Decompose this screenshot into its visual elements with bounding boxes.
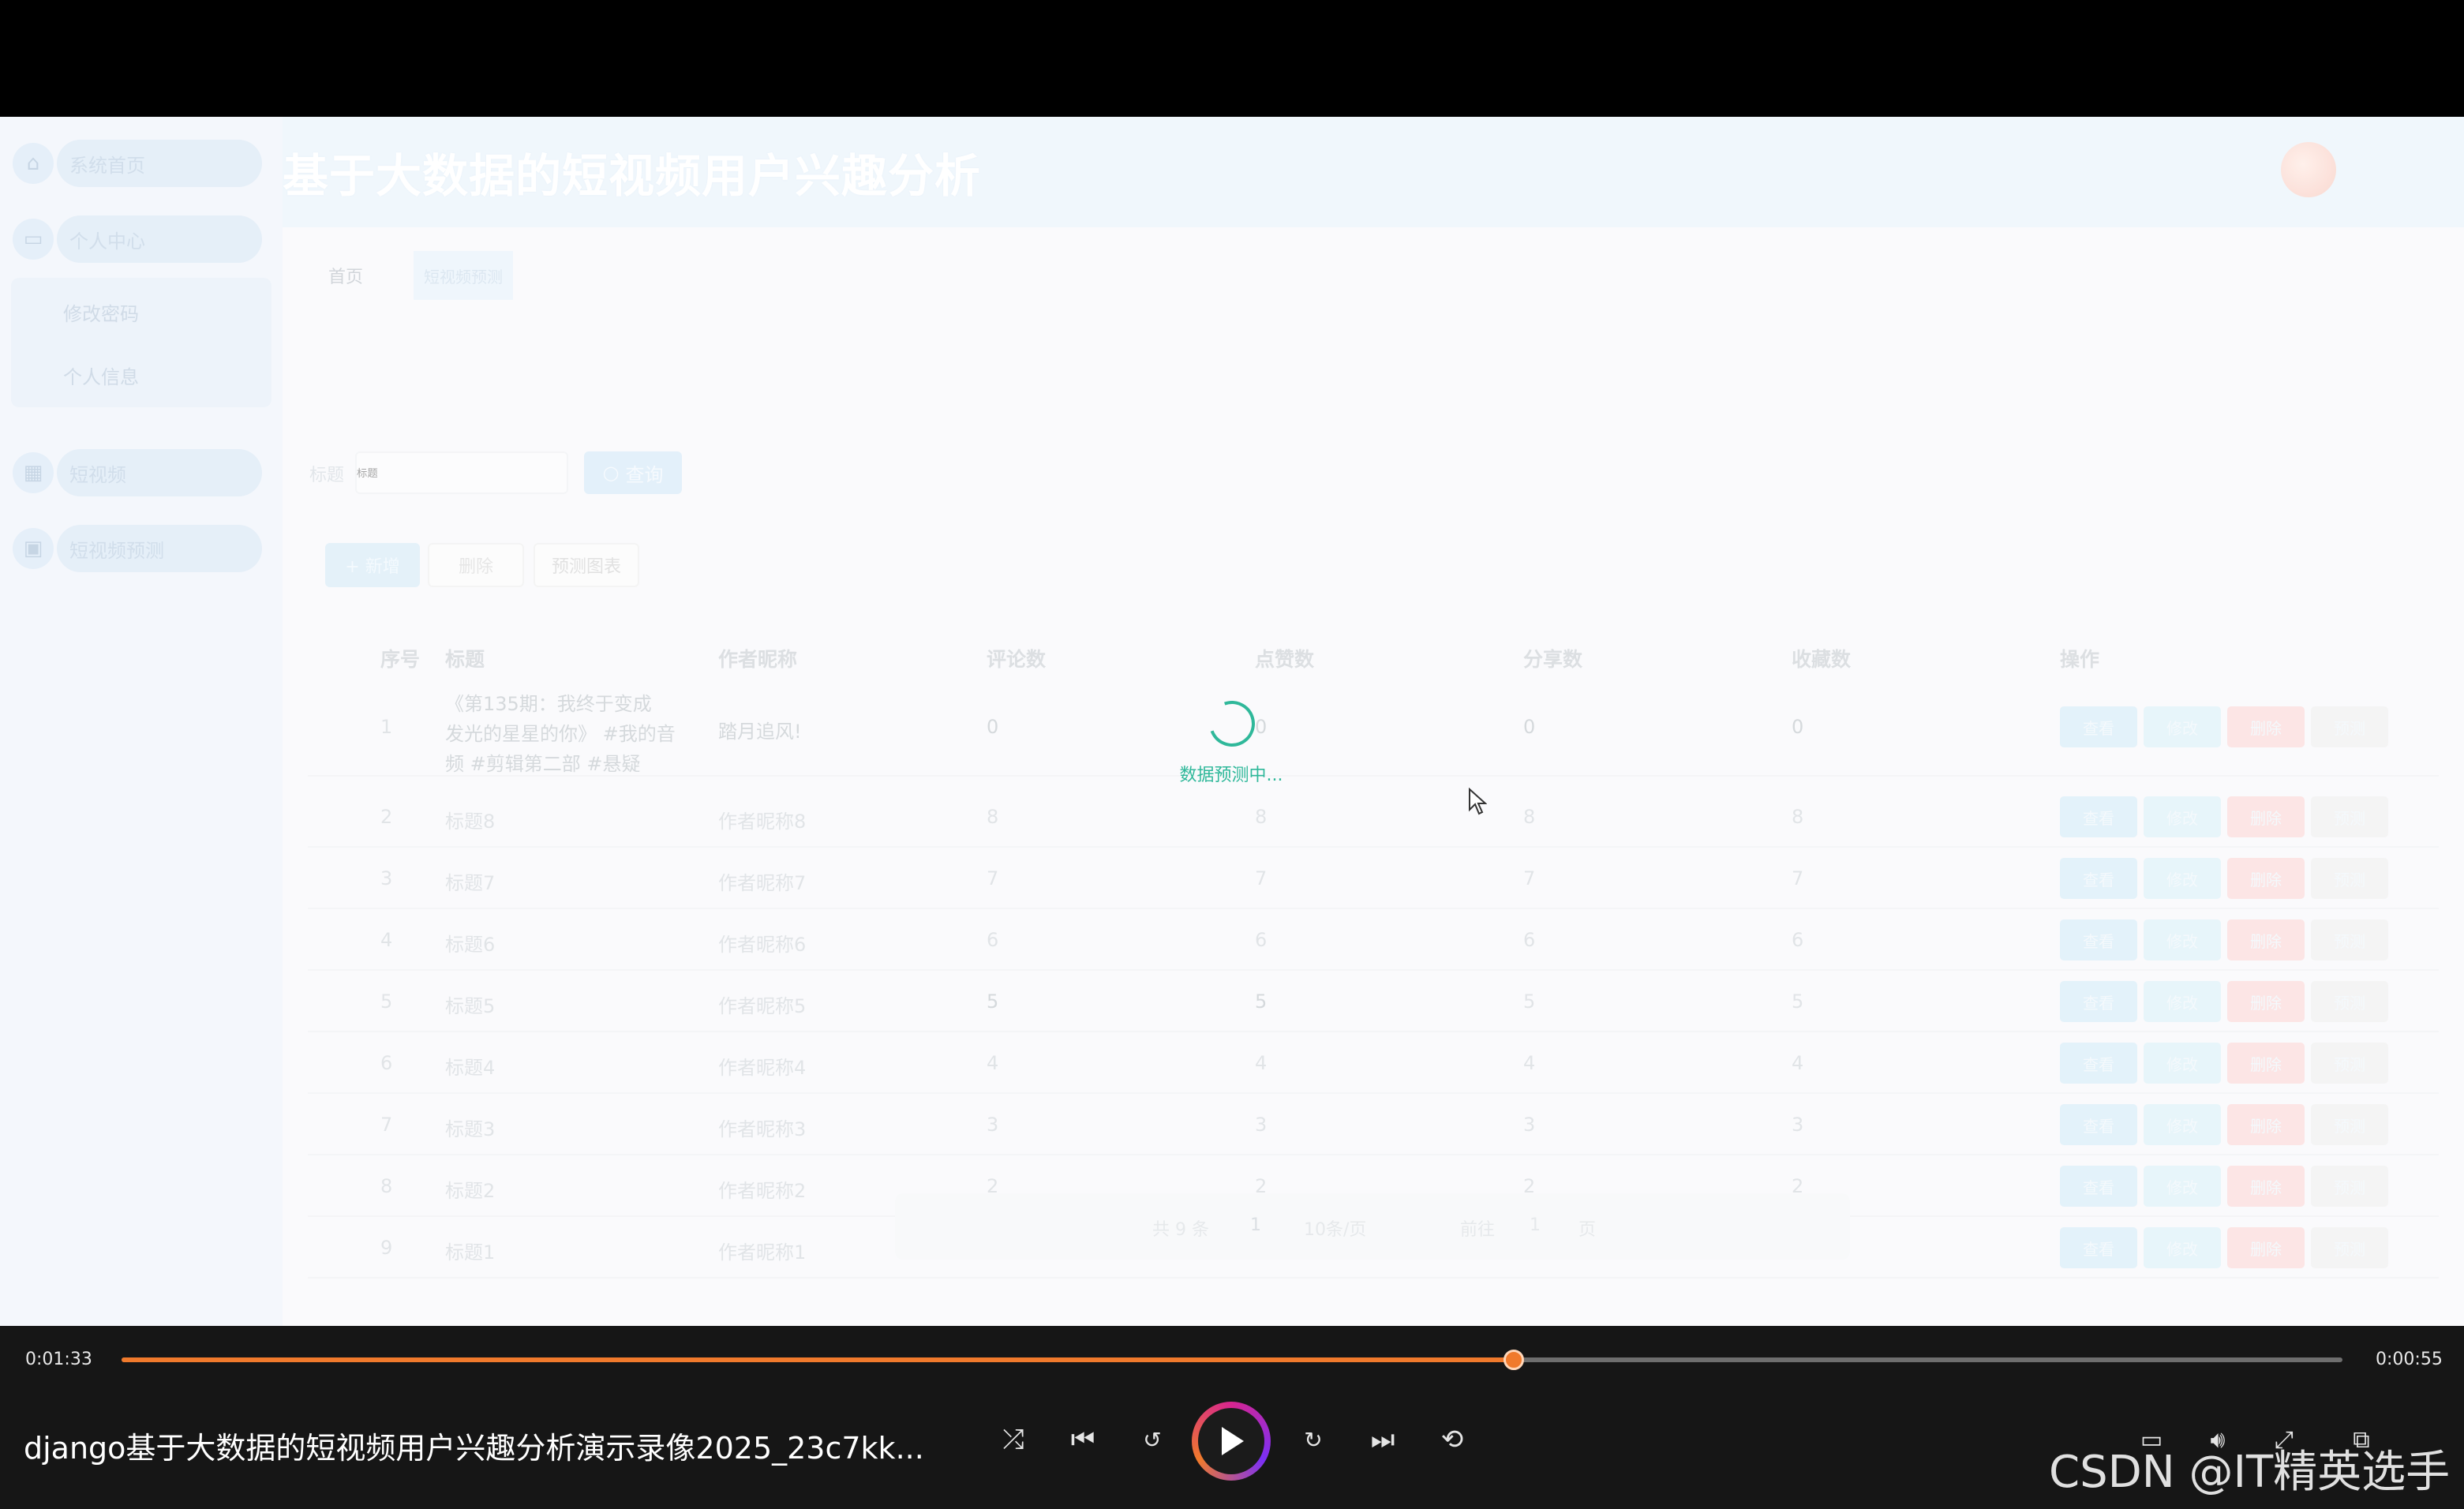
previous-icon[interactable]: ⏮ bbox=[1062, 1419, 1103, 1460]
loading-text: 数据预测中... bbox=[1179, 766, 1283, 785]
video-title: django基于大数据的短视频用户兴趣分析演示录像2025_23c7kk... bbox=[24, 1431, 924, 1466]
shuffle-icon[interactable]: ⤮ bbox=[993, 1419, 1034, 1460]
progress-played bbox=[122, 1357, 1514, 1362]
progress-track[interactable] bbox=[122, 1350, 2342, 1370]
time-remaining: 0:00:55 bbox=[2376, 1350, 2443, 1369]
player-controls: 0:01:33 0:00:55 django基于大数据的短视频用户兴趣分析演示录… bbox=[0, 1326, 2464, 1509]
rewind-10-icon[interactable]: ↺ bbox=[1132, 1419, 1173, 1460]
time-elapsed: 0:01:33 bbox=[25, 1350, 92, 1369]
forward-30-icon[interactable]: ↻ bbox=[1293, 1419, 1334, 1460]
loading-spinner-icon bbox=[1201, 693, 1263, 754]
play-button[interactable] bbox=[1192, 1402, 1271, 1481]
progress-thumb[interactable] bbox=[1503, 1350, 1524, 1370]
next-icon[interactable]: ⏭ bbox=[1362, 1419, 1403, 1460]
loading-overlay: 数据预测中... bbox=[0, 117, 2464, 1326]
mouse-cursor-icon bbox=[1469, 788, 1487, 815]
watermark: CSDN @IT精英选手 bbox=[2049, 1447, 2451, 1498]
repeat-icon[interactable]: ⟲ bbox=[1432, 1419, 1473, 1460]
video-frame: ⌂ 系统首页 ▭ 个人中心 修改密码 个人信息 ▦ 短视频 ▣ 短视频预测 基于… bbox=[0, 117, 2464, 1326]
play-icon bbox=[1222, 1427, 1244, 1455]
